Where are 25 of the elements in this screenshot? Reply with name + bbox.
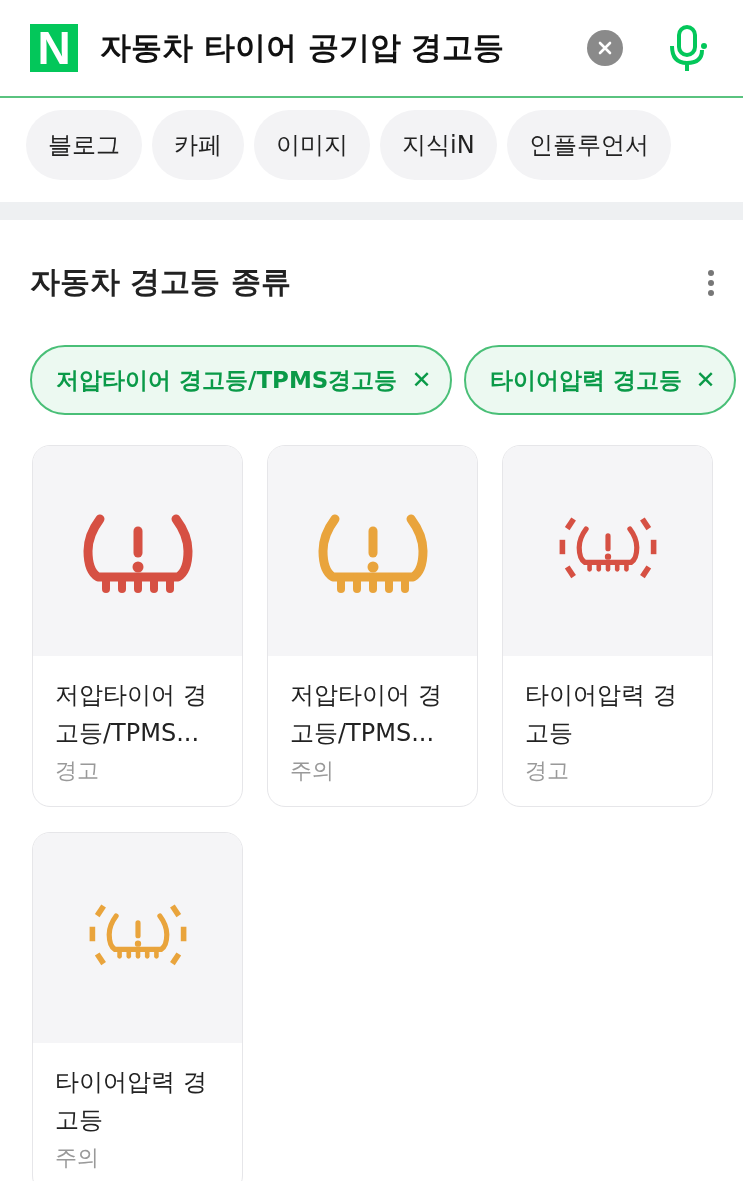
card-title: 저압타이어 경고등/TPMS... bbox=[290, 680, 443, 749]
clear-button[interactable] bbox=[587, 30, 623, 66]
card-subtitle: 경고 bbox=[525, 757, 570, 785]
card-title: 타이어압력 경고등 bbox=[55, 1067, 208, 1136]
filter-label: 타이어압력 경고등 bbox=[489, 365, 682, 395]
result-card[interactable]: 저압타이어 경고등/TPMS... 주의 bbox=[267, 445, 478, 807]
microphone-icon[interactable] bbox=[667, 24, 709, 72]
card-subtitle: 주의 bbox=[55, 1144, 100, 1172]
card-subtitle: 경고 bbox=[55, 757, 100, 785]
result-card[interactable]: 저압타이어 경고등/TPMS... 경고 bbox=[32, 445, 243, 807]
close-icon bbox=[598, 41, 612, 55]
tab[interactable]: 카페 bbox=[152, 110, 244, 180]
tab[interactable]: 이미지 bbox=[254, 110, 370, 180]
tab[interactable]: 지식iN bbox=[380, 110, 497, 180]
search-field[interactable]: 자동차 타이어 공기압 경고등 bbox=[100, 27, 565, 69]
tab[interactable]: 블로그 bbox=[26, 110, 142, 180]
more-icon[interactable] bbox=[707, 268, 715, 297]
section-title: 자동차 경고등 종류 bbox=[30, 263, 291, 301]
result-card[interactable]: 타이어압력 경고등 경고 bbox=[502, 445, 713, 807]
filter-label: 저압타이어 경고등/TPMS경고등 bbox=[56, 365, 398, 395]
card-title: 저압타이어 경고등/TPMS... bbox=[55, 680, 208, 749]
result-card[interactable]: 타이어압력 경고등 주의 bbox=[32, 832, 243, 1181]
card-title: 타이어압력 경고등 bbox=[525, 680, 678, 749]
tab[interactable]: 인플루언서 bbox=[506, 110, 671, 180]
card-subtitle: 주의 bbox=[290, 757, 335, 785]
